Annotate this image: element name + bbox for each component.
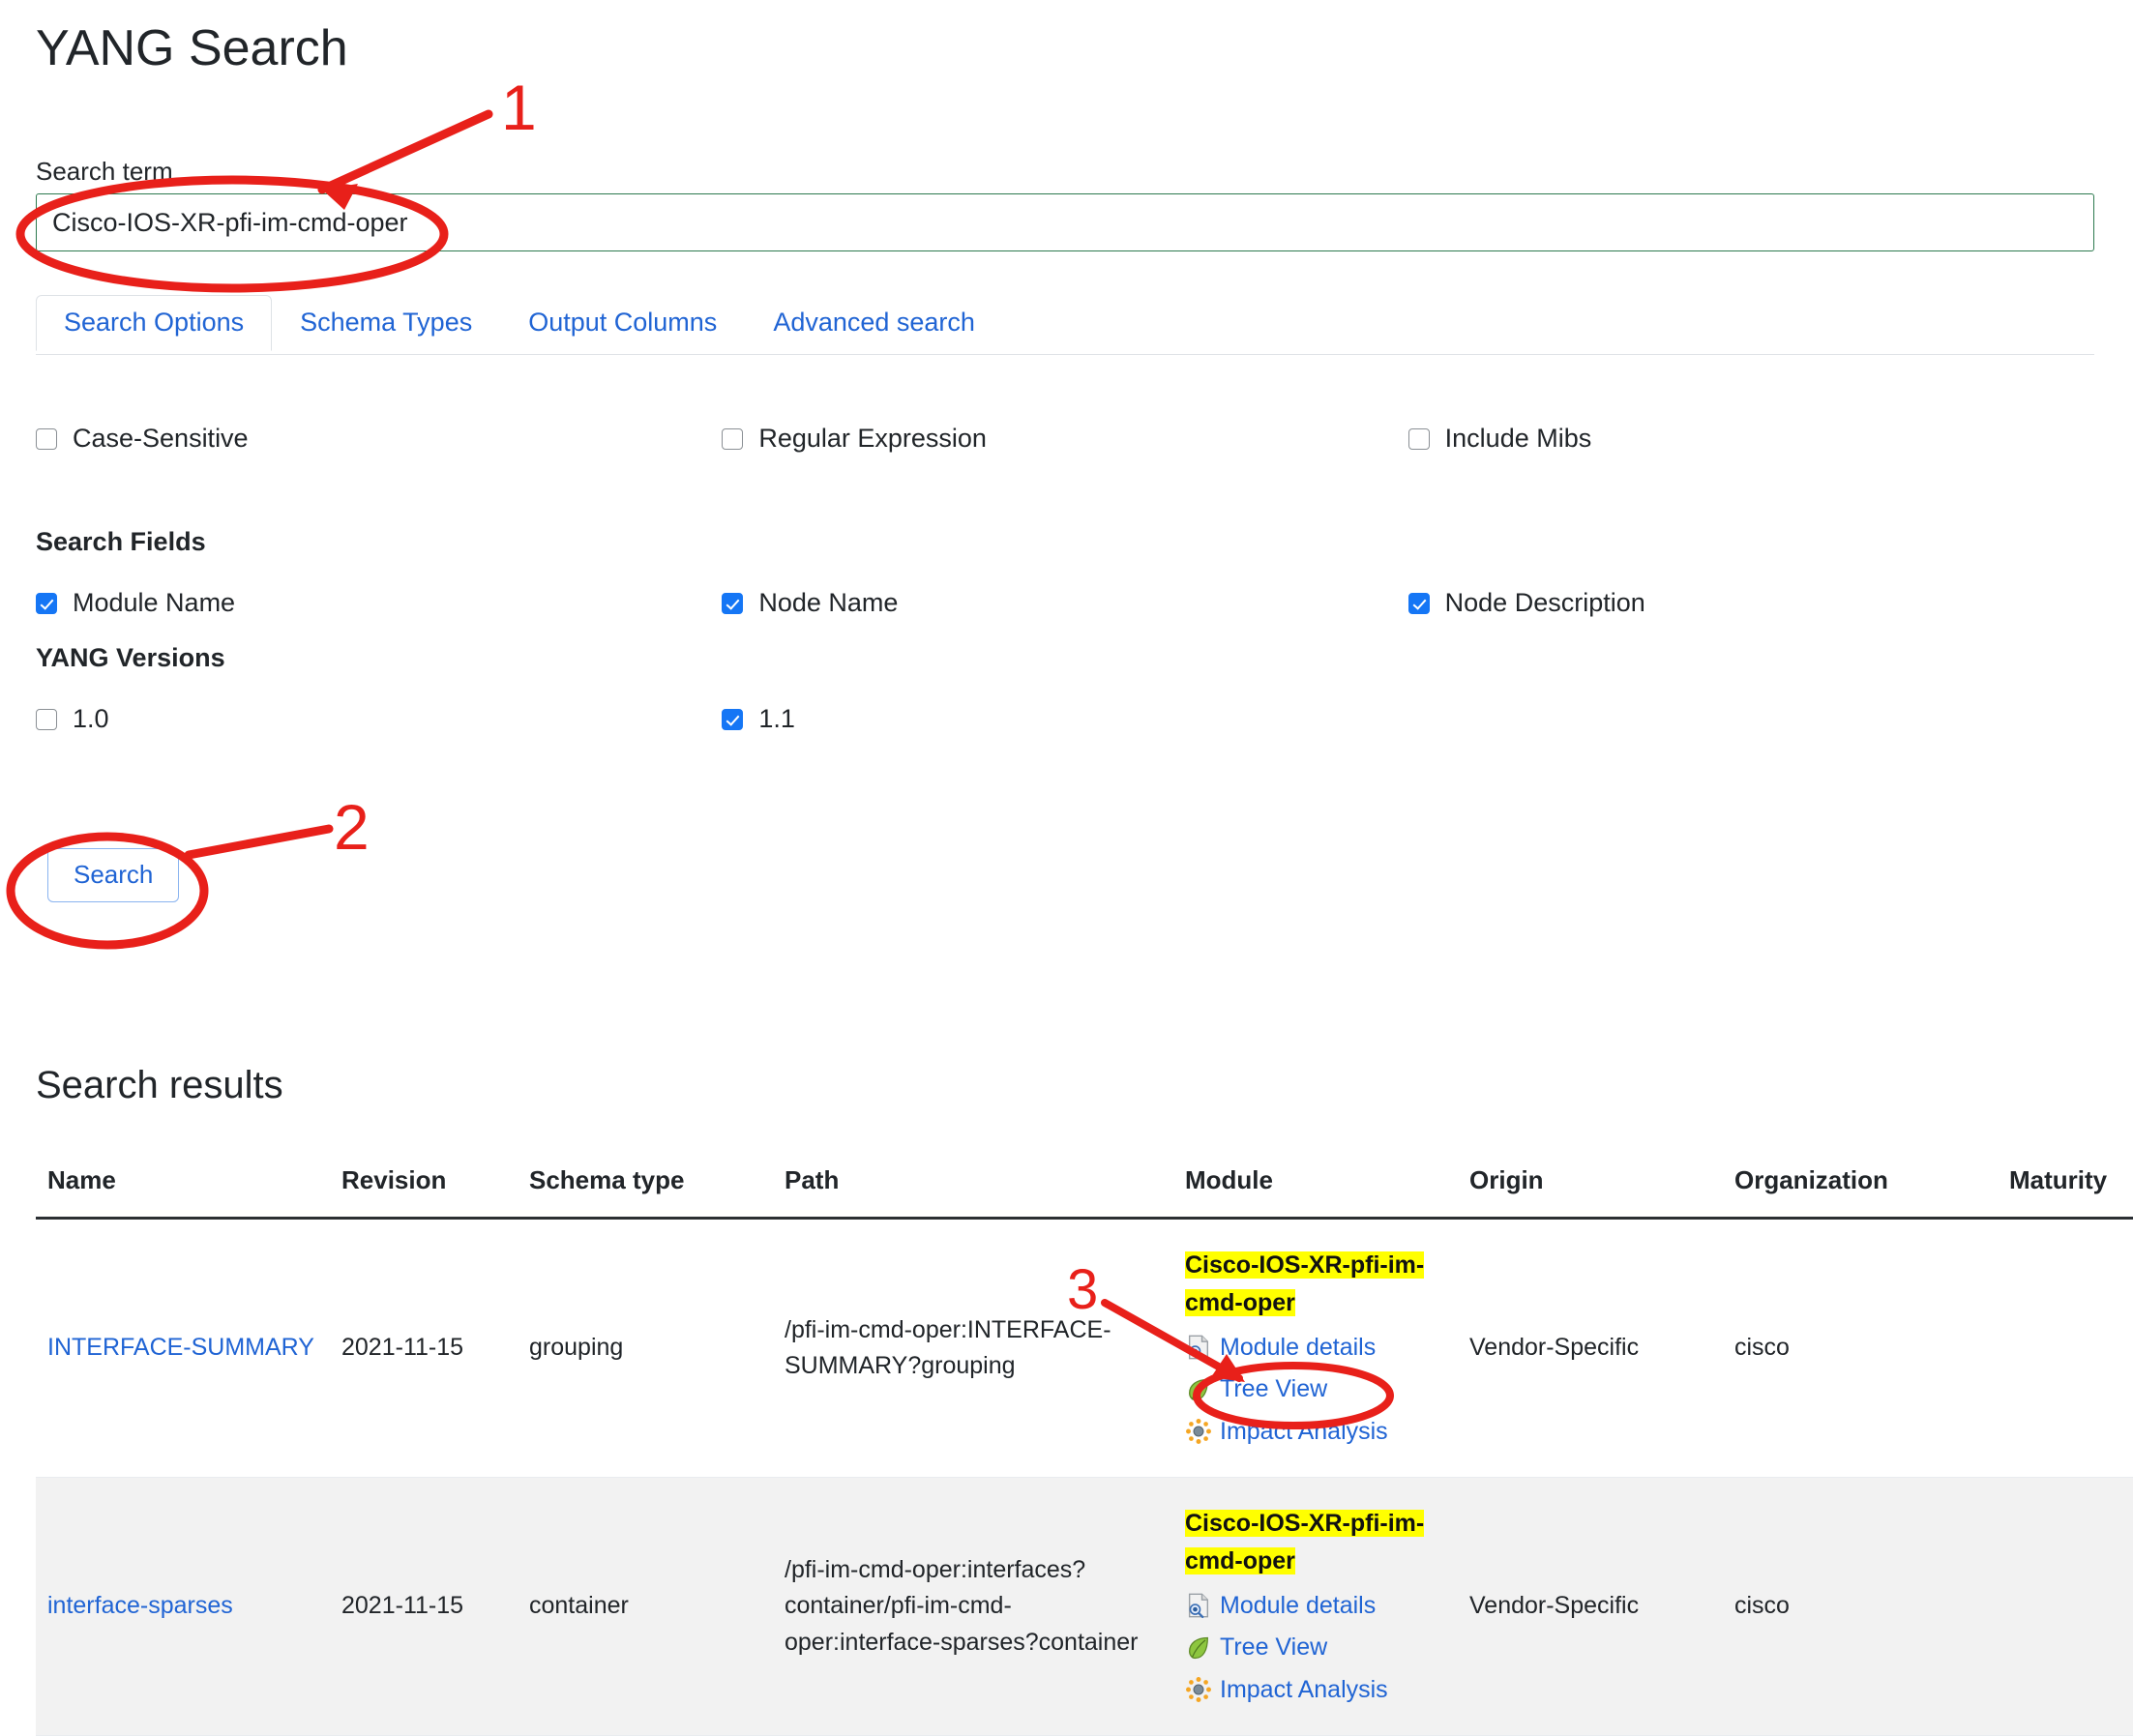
option-node-description[interactable]: Node Description bbox=[1407, 588, 2094, 617]
search-results-table: Name Revision Schema type Path Module Or… bbox=[36, 1165, 2133, 1736]
cell-organization: cisco bbox=[1723, 1477, 1998, 1736]
search-input[interactable] bbox=[36, 193, 2094, 251]
option-yang-1-1[interactable]: 1.1 bbox=[722, 706, 1407, 732]
search-fields-heading: Search Fields bbox=[36, 527, 206, 556]
column-header-schema-type: Schema type bbox=[518, 1165, 773, 1220]
case-sensitive-label: Case-Sensitive bbox=[73, 424, 249, 453]
option-node-name[interactable]: Node Name bbox=[722, 590, 1407, 616]
network-graph-icon bbox=[1186, 1419, 1211, 1445]
cell-maturity bbox=[1998, 1477, 2133, 1736]
leaf-icon bbox=[1189, 1636, 1208, 1659]
yang-versions-row: 1.0 1.1 bbox=[36, 706, 2094, 732]
cell-path: /pfi-im-cmd-oper:INTERFACE-SUMMARY?group… bbox=[773, 1218, 1173, 1478]
annotation-arrow-2 bbox=[184, 824, 334, 860]
cell-origin: Vendor-Specific bbox=[1458, 1218, 1723, 1478]
tab-search-options[interactable]: Search Options bbox=[36, 295, 273, 351]
cell-origin: Vendor-Specific bbox=[1458, 1477, 1723, 1736]
column-header-name: Name bbox=[36, 1165, 330, 1220]
cell-name: interface-sparses bbox=[36, 1477, 330, 1736]
cell-module: Cisco-IOS-XR-pfi-im-cmd-oper Module deta… bbox=[1173, 1218, 1458, 1478]
search-results-heading: Search results bbox=[36, 1064, 283, 1106]
yang-1-0-checkbox[interactable] bbox=[36, 708, 57, 730]
node-description-checkbox[interactable] bbox=[1407, 592, 1430, 614]
node-description-label: Node Description bbox=[1444, 588, 1645, 617]
search-fields-row: Module Name Node Name Node Description bbox=[36, 590, 2094, 616]
annotation-number-1: 1 bbox=[501, 72, 537, 143]
column-header-maturity: Maturity bbox=[1998, 1165, 2133, 1220]
impact-analysis-link[interactable]: Impact Analysis bbox=[1220, 1414, 1388, 1451]
cell-organization: cisco bbox=[1723, 1218, 1998, 1478]
module-details-link-row[interactable]: Module details bbox=[1185, 1588, 1446, 1625]
cell-name: INTERFACE-SUMMARY bbox=[36, 1218, 330, 1478]
table-row: interface-sparses 2021-11-15 container /… bbox=[36, 1477, 2133, 1736]
option-case-sensitive[interactable]: Case-Sensitive bbox=[36, 426, 722, 452]
table-header-row: Name Revision Schema type Path Module Or… bbox=[36, 1165, 2133, 1220]
annotation-number-2: 2 bbox=[334, 791, 370, 863]
case-sensitive-checkbox[interactable] bbox=[36, 427, 57, 450]
option-module-name[interactable]: Module Name bbox=[36, 590, 722, 616]
yang-search-page: YANG Search Search term Search Options S… bbox=[0, 0, 2133, 1736]
table-row: INTERFACE-SUMMARY 2021-11-15 grouping /p… bbox=[36, 1218, 2133, 1478]
option-regular-expression[interactable]: Regular Expression bbox=[722, 426, 1407, 452]
column-header-module: Module bbox=[1173, 1165, 1458, 1220]
cell-revision: 2021-11-15 bbox=[330, 1477, 518, 1736]
search-button[interactable]: Search bbox=[47, 848, 180, 902]
annotation-arrow-1 bbox=[317, 109, 493, 194]
include-mibs-checkbox[interactable] bbox=[1407, 427, 1430, 450]
module-details-link-row[interactable]: Module details bbox=[1185, 1330, 1446, 1367]
yang-versions-heading: YANG Versions bbox=[36, 643, 225, 672]
result-name-link[interactable]: interface-sparses bbox=[47, 1592, 233, 1619]
tree-view-link-row[interactable]: Tree View bbox=[1185, 1630, 1446, 1666]
module-name-highlight: Cisco-IOS-XR-pfi-im-cmd-oper bbox=[1185, 1510, 1425, 1574]
impact-analysis-link-row[interactable]: Impact Analysis bbox=[1185, 1414, 1446, 1451]
annotation-number-3: 3 bbox=[1067, 1258, 1099, 1321]
tab-output-columns[interactable]: Output Columns bbox=[500, 295, 745, 351]
yang-1-1-checkbox[interactable] bbox=[722, 708, 744, 730]
option-toggles-row: Case-Sensitive Regular Expression Includ… bbox=[36, 426, 2094, 452]
option-yang-1-0[interactable]: 1.0 bbox=[36, 706, 722, 732]
page-title: YANG Search bbox=[36, 20, 348, 76]
module-name-checkbox[interactable] bbox=[36, 592, 57, 614]
cell-path: /pfi-im-cmd-oper:interfaces?container/pf… bbox=[773, 1477, 1173, 1736]
search-term-label: Search term bbox=[36, 157, 173, 186]
node-name-checkbox[interactable] bbox=[722, 592, 744, 614]
document-search-icon bbox=[1188, 1335, 1209, 1361]
yang-1-0-label: 1.0 bbox=[73, 704, 109, 733]
module-links: Module details Tree View Impact Analysis bbox=[1185, 1330, 1446, 1451]
cell-maturity bbox=[1998, 1218, 2133, 1478]
network-graph-icon bbox=[1186, 1677, 1211, 1703]
tree-view-link[interactable]: Tree View bbox=[1220, 1371, 1327, 1408]
column-header-path: Path bbox=[773, 1165, 1173, 1220]
node-name-label: Node Name bbox=[758, 588, 899, 617]
cell-schema-type: container bbox=[518, 1477, 773, 1736]
yang-1-1-label: 1.1 bbox=[758, 704, 795, 733]
cell-schema-type: grouping bbox=[518, 1218, 773, 1478]
impact-analysis-link-row[interactable]: Impact Analysis bbox=[1185, 1672, 1446, 1709]
tab-advanced-search[interactable]: Advanced search bbox=[745, 295, 1003, 351]
tree-view-link-row[interactable]: Tree View bbox=[1185, 1371, 1446, 1408]
column-header-revision: Revision bbox=[330, 1165, 518, 1220]
impact-analysis-link[interactable]: Impact Analysis bbox=[1220, 1672, 1388, 1709]
cell-module: Cisco-IOS-XR-pfi-im-cmd-oper Module deta… bbox=[1173, 1477, 1458, 1736]
result-name-link[interactable]: INTERFACE-SUMMARY bbox=[47, 1334, 314, 1361]
document-search-icon bbox=[1188, 1593, 1209, 1619]
option-include-mibs[interactable]: Include Mibs bbox=[1407, 424, 2094, 453]
column-header-organization: Organization bbox=[1723, 1165, 1998, 1220]
tree-view-link[interactable]: Tree View bbox=[1220, 1630, 1327, 1666]
regular-expression-label: Regular Expression bbox=[758, 424, 987, 453]
module-links: Module details Tree View Impact Analysis bbox=[1185, 1588, 1446, 1709]
module-details-link[interactable]: Module details bbox=[1220, 1330, 1376, 1367]
module-name-label: Module Name bbox=[73, 588, 236, 617]
column-header-origin: Origin bbox=[1458, 1165, 1723, 1220]
include-mibs-label: Include Mibs bbox=[1444, 424, 1592, 453]
tab-schema-types[interactable]: Schema Types bbox=[272, 295, 500, 351]
module-name-highlight: Cisco-IOS-XR-pfi-im-cmd-oper bbox=[1185, 1251, 1425, 1316]
leaf-icon bbox=[1189, 1378, 1208, 1400]
cell-revision: 2021-11-15 bbox=[330, 1218, 518, 1478]
tab-bar: Search Options Schema Types Output Colum… bbox=[36, 295, 2094, 355]
yang-versions-spacer bbox=[1408, 706, 2094, 732]
regular-expression-checkbox[interactable] bbox=[722, 427, 744, 450]
module-details-link[interactable]: Module details bbox=[1220, 1588, 1376, 1625]
